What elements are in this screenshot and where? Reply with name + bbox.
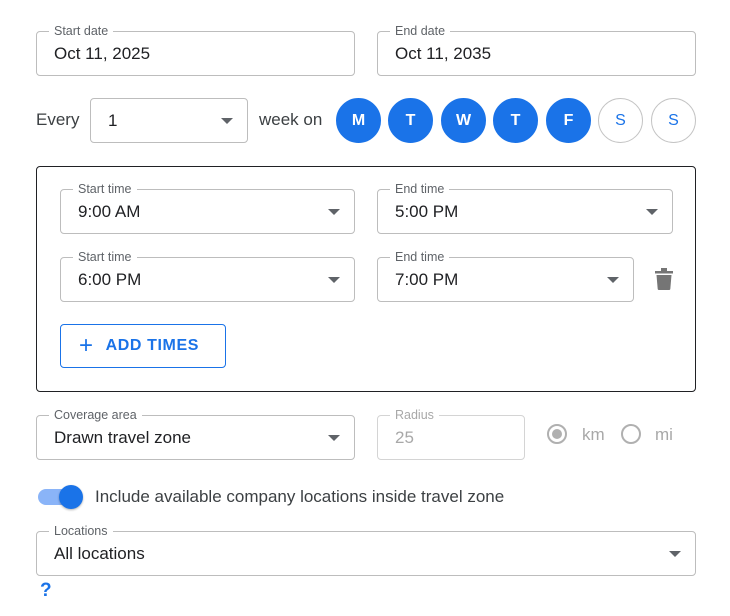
start-date-value: Oct 11, 2025 xyxy=(54,44,151,63)
unit-label-km: km xyxy=(582,425,605,444)
end-date-value: Oct 11, 2035 xyxy=(395,44,492,63)
unit-radio-mi[interactable] xyxy=(621,424,641,444)
end-date-field[interactable]: End date Oct 11, 2035 xyxy=(377,24,696,76)
unit-label-mi: mi xyxy=(655,425,673,444)
toggle-knob xyxy=(59,485,83,509)
day-toggle-thursday[interactable]: T xyxy=(493,98,538,143)
week-on-label: week on xyxy=(259,110,323,129)
end-time-label: End time xyxy=(390,182,450,197)
radius-value: 25 xyxy=(395,428,414,447)
radius-field[interactable]: Radius 25 xyxy=(377,408,525,460)
add-times-button[interactable]: + ADD TIMES xyxy=(60,324,226,368)
day-toggle-monday[interactable]: M xyxy=(336,98,381,143)
start-time-value: 9:00 AM xyxy=(78,202,141,221)
start-time-select[interactable]: Start time 9:00 AM xyxy=(60,182,355,234)
coverage-area-value: Drawn travel zone xyxy=(54,428,192,447)
day-toggle-wednesday[interactable]: W xyxy=(441,98,486,143)
radius-label: Radius xyxy=(390,408,439,423)
end-time-select[interactable]: End time 7:00 PM xyxy=(377,250,634,302)
start-date-label: Start date xyxy=(49,24,114,39)
chevron-down-icon xyxy=(221,117,233,124)
add-times-label: ADD TIMES xyxy=(105,337,200,354)
chevron-down-icon xyxy=(328,276,340,283)
start-date-field[interactable]: Start date Oct 11, 2025 xyxy=(36,24,355,76)
chevron-down-icon xyxy=(669,550,681,557)
locations-value: All locations xyxy=(54,544,145,563)
start-time-value: 6:00 PM xyxy=(78,270,142,289)
help-icon[interactable]: ? xyxy=(40,580,52,602)
include-locations-toggle[interactable] xyxy=(36,485,84,509)
include-locations-label: Include available company locations insi… xyxy=(95,487,505,506)
end-date-label: End date xyxy=(390,24,451,39)
chevron-down-icon xyxy=(328,208,340,215)
chevron-down-icon xyxy=(646,208,658,215)
day-toggle-friday[interactable]: F xyxy=(546,98,591,143)
end-time-label: End time xyxy=(390,250,450,265)
day-toggle-saturday[interactable]: S xyxy=(598,98,643,143)
chevron-down-icon xyxy=(607,276,619,283)
day-toggle-sunday[interactable]: S xyxy=(651,98,696,143)
interval-select[interactable]: 1 xyxy=(90,98,248,143)
locations-select[interactable]: Locations All locations xyxy=(36,524,696,576)
end-time-select[interactable]: End time 5:00 PM xyxy=(377,182,673,234)
coverage-area-label: Coverage area xyxy=(49,408,142,423)
locations-label: Locations xyxy=(49,524,113,539)
end-time-value: 5:00 PM xyxy=(395,202,459,221)
coverage-area-select[interactable]: Coverage area Drawn travel zone xyxy=(36,408,355,460)
chevron-down-icon xyxy=(328,434,340,441)
start-time-label: Start time xyxy=(73,182,137,197)
day-toggle-tuesday[interactable]: T xyxy=(388,98,433,143)
unit-radio-km[interactable] xyxy=(547,424,567,444)
end-time-value: 7:00 PM xyxy=(395,270,459,289)
interval-value: 1 xyxy=(108,111,118,130)
plus-icon: + xyxy=(79,332,94,359)
start-time-label: Start time xyxy=(73,250,137,265)
every-label: Every xyxy=(36,110,80,129)
start-time-select[interactable]: Start time 6:00 PM xyxy=(60,250,355,302)
trash-icon[interactable] xyxy=(655,268,673,290)
